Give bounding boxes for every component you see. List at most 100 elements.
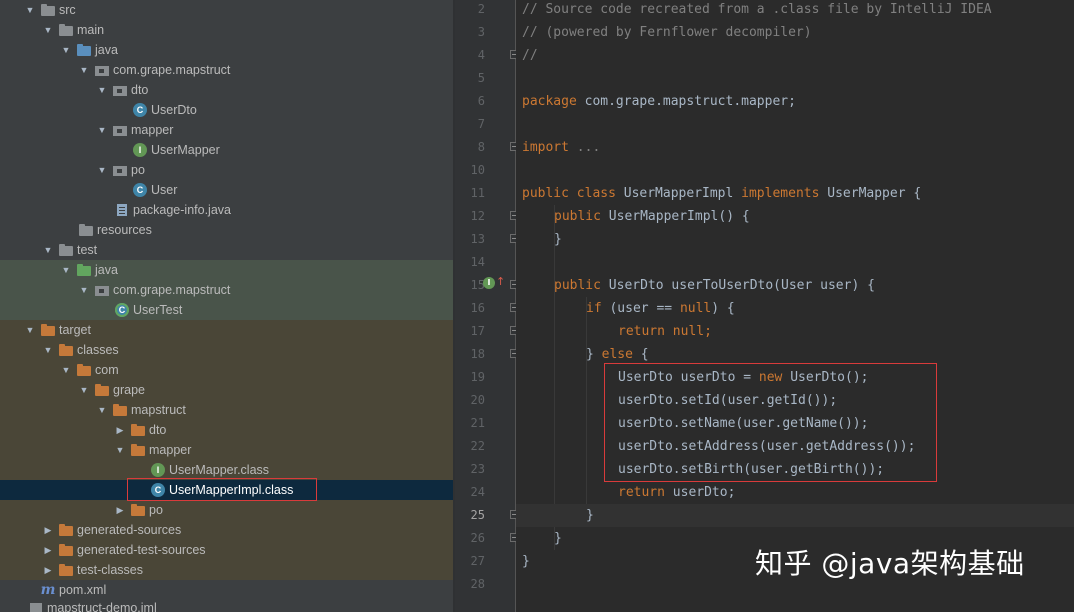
line-number: 15	[470, 278, 485, 292]
resources-folder-icon	[79, 223, 93, 237]
indent-guide	[586, 297, 587, 527]
tree-item-target-po[interactable]: ▶ po	[0, 500, 453, 520]
watermark: 知乎 @java架构基础	[755, 547, 1025, 580]
line-number: 12	[470, 209, 485, 223]
expand-arrow-icon[interactable]: ▼	[115, 445, 125, 455]
line-number: 8	[477, 140, 485, 154]
go-to-interface-arrow-icon[interactable]: ↑	[496, 276, 505, 288]
expand-arrow-icon[interactable]: ▼	[43, 345, 53, 355]
expand-arrow-icon[interactable]: ▼	[61, 45, 71, 55]
code-line: if (user == null) {	[586, 301, 735, 316]
expand-arrow-icon[interactable]: ▼	[43, 245, 53, 255]
tree-item-src[interactable]: ▼ src	[0, 0, 453, 20]
tree-item-target-mapper[interactable]: ▼ mapper	[0, 440, 453, 460]
code-line: return userDto;	[618, 485, 736, 500]
tree-item-user[interactable]: C User	[0, 180, 453, 200]
tree-item-test-package[interactable]: ▼ com.grape.mapstruct	[0, 280, 453, 300]
line-number: 7	[477, 117, 485, 131]
line-number: 14	[470, 255, 485, 269]
class-icon: C	[133, 183, 147, 197]
tree-item-com[interactable]: ▼ com	[0, 360, 453, 380]
collapse-arrow-icon[interactable]: ▶	[115, 505, 125, 516]
expand-arrow-icon[interactable]: ▼	[79, 65, 89, 75]
tree-item-usermapper-class[interactable]: I UserMapper.class	[0, 460, 453, 480]
tree-item-po[interactable]: ▼ po	[0, 160, 453, 180]
maven-icon: m	[40, 582, 56, 598]
collapse-arrow-icon[interactable]: ▶	[43, 525, 53, 536]
tree-item-usertest[interactable]: C UserTest	[0, 300, 453, 320]
folder-icon	[41, 3, 55, 17]
line-number: 20	[470, 393, 485, 407]
code-line: // (powered by Fernflower decompiler)	[522, 25, 812, 40]
code-line: package com.grape.mapstruct.mapper;	[522, 94, 796, 109]
tree-item-generated-sources[interactable]: ▶ generated-sources	[0, 520, 453, 540]
expand-arrow-icon[interactable]: ▼	[97, 405, 107, 415]
collapse-arrow-icon[interactable]: ▶	[43, 545, 53, 556]
line-number: 23	[470, 462, 485, 476]
tree-item-target[interactable]: ▼ target	[0, 320, 453, 340]
expand-arrow-icon[interactable]: ▼	[25, 5, 35, 15]
line-number: 21	[470, 416, 485, 430]
test-class-icon: C	[115, 303, 129, 317]
expand-arrow-icon[interactable]: ▼	[61, 365, 71, 375]
highlight-box	[127, 478, 317, 501]
interface-icon: I	[151, 463, 165, 477]
tree-item-java[interactable]: ▼ java	[0, 40, 453, 60]
line-number: 28	[470, 577, 485, 591]
collapse-arrow-icon[interactable]: ▶	[43, 565, 53, 576]
tree-item-mapstruct[interactable]: ▼ mapstruct	[0, 400, 453, 420]
expand-arrow-icon[interactable]: ▼	[79, 285, 89, 295]
project-tree-panel: ▼ src ▼ main ▼ java ▼ com.grape.mapstruct ▼ d…	[0, 0, 453, 612]
tree-item-usermapper[interactable]: I UserMapper	[0, 140, 453, 160]
excluded-folder-icon	[59, 563, 73, 577]
line-number: 16	[470, 301, 485, 315]
tree-item-classes[interactable]: ▼ classes	[0, 340, 453, 360]
expand-arrow-icon[interactable]: ▼	[97, 165, 107, 175]
tree-item-test[interactable]: ▼ test	[0, 240, 453, 260]
excluded-folder-icon	[59, 343, 73, 357]
line-number: 18	[470, 347, 485, 361]
line-number: 5	[477, 71, 485, 85]
tree-item-grape[interactable]: ▼ grape	[0, 380, 453, 400]
line-number: 2	[477, 2, 485, 16]
line-number: 4	[477, 48, 485, 62]
tree-item-userdto[interactable]: C UserDto	[0, 100, 453, 120]
code-line: import ...	[522, 140, 601, 155]
line-number: 22	[470, 439, 485, 453]
expand-arrow-icon[interactable]: ▼	[97, 85, 107, 95]
source-folder-icon	[77, 43, 91, 57]
excluded-folder-icon	[95, 383, 109, 397]
code-line: return null;	[618, 324, 712, 339]
expand-arrow-icon[interactable]: ▼	[79, 385, 89, 395]
tree-item-package-info[interactable]: package-info.java	[0, 200, 453, 220]
tree-item-iml[interactable]: mapstruct-demo.iml	[0, 598, 453, 612]
tree-item-test-classes[interactable]: ▶ test-classes	[0, 560, 453, 580]
tree-item-test-java[interactable]: ▼ java	[0, 260, 453, 280]
expand-arrow-icon[interactable]: ▼	[43, 25, 53, 35]
code-line: public UserMapperImpl() {	[554, 209, 750, 224]
class-icon: C	[133, 103, 147, 117]
excluded-folder-icon	[131, 503, 145, 517]
excluded-folder-icon	[77, 363, 91, 377]
excluded-folder-icon	[41, 323, 55, 337]
tree-item-pom[interactable]: m pom.xml	[0, 580, 453, 600]
module-file-icon	[29, 601, 43, 612]
tree-item-resources[interactable]: resources	[0, 220, 453, 240]
excluded-folder-icon	[59, 543, 73, 557]
expand-arrow-icon[interactable]: ▼	[61, 265, 71, 275]
expand-arrow-icon[interactable]: ▼	[25, 325, 35, 335]
code-line: }	[522, 554, 530, 569]
tree-item-main[interactable]: ▼ main	[0, 20, 453, 40]
tree-item-dto[interactable]: ▼ dto	[0, 80, 453, 100]
collapse-arrow-icon[interactable]: ▶	[115, 425, 125, 436]
line-number: 10	[470, 163, 485, 177]
line-number: 11	[470, 186, 485, 200]
tree-item-target-dto[interactable]: ▶ dto	[0, 420, 453, 440]
editor-gutter: 2 3 4 5 6 7 8 10 11 12 13 14 15 16 17 18…	[455, 0, 516, 612]
tree-item-mapper[interactable]: ▼ mapper	[0, 120, 453, 140]
tree-item-package[interactable]: ▼ com.grape.mapstruct	[0, 60, 453, 80]
expand-arrow-icon[interactable]: ▼	[97, 125, 107, 135]
code-editor[interactable]: // Source code recreated from a .class f…	[516, 0, 1074, 612]
tree-item-generated-test-sources[interactable]: ▶ generated-test-sources	[0, 540, 453, 560]
implements-interface-icon[interactable]: I	[483, 277, 495, 289]
